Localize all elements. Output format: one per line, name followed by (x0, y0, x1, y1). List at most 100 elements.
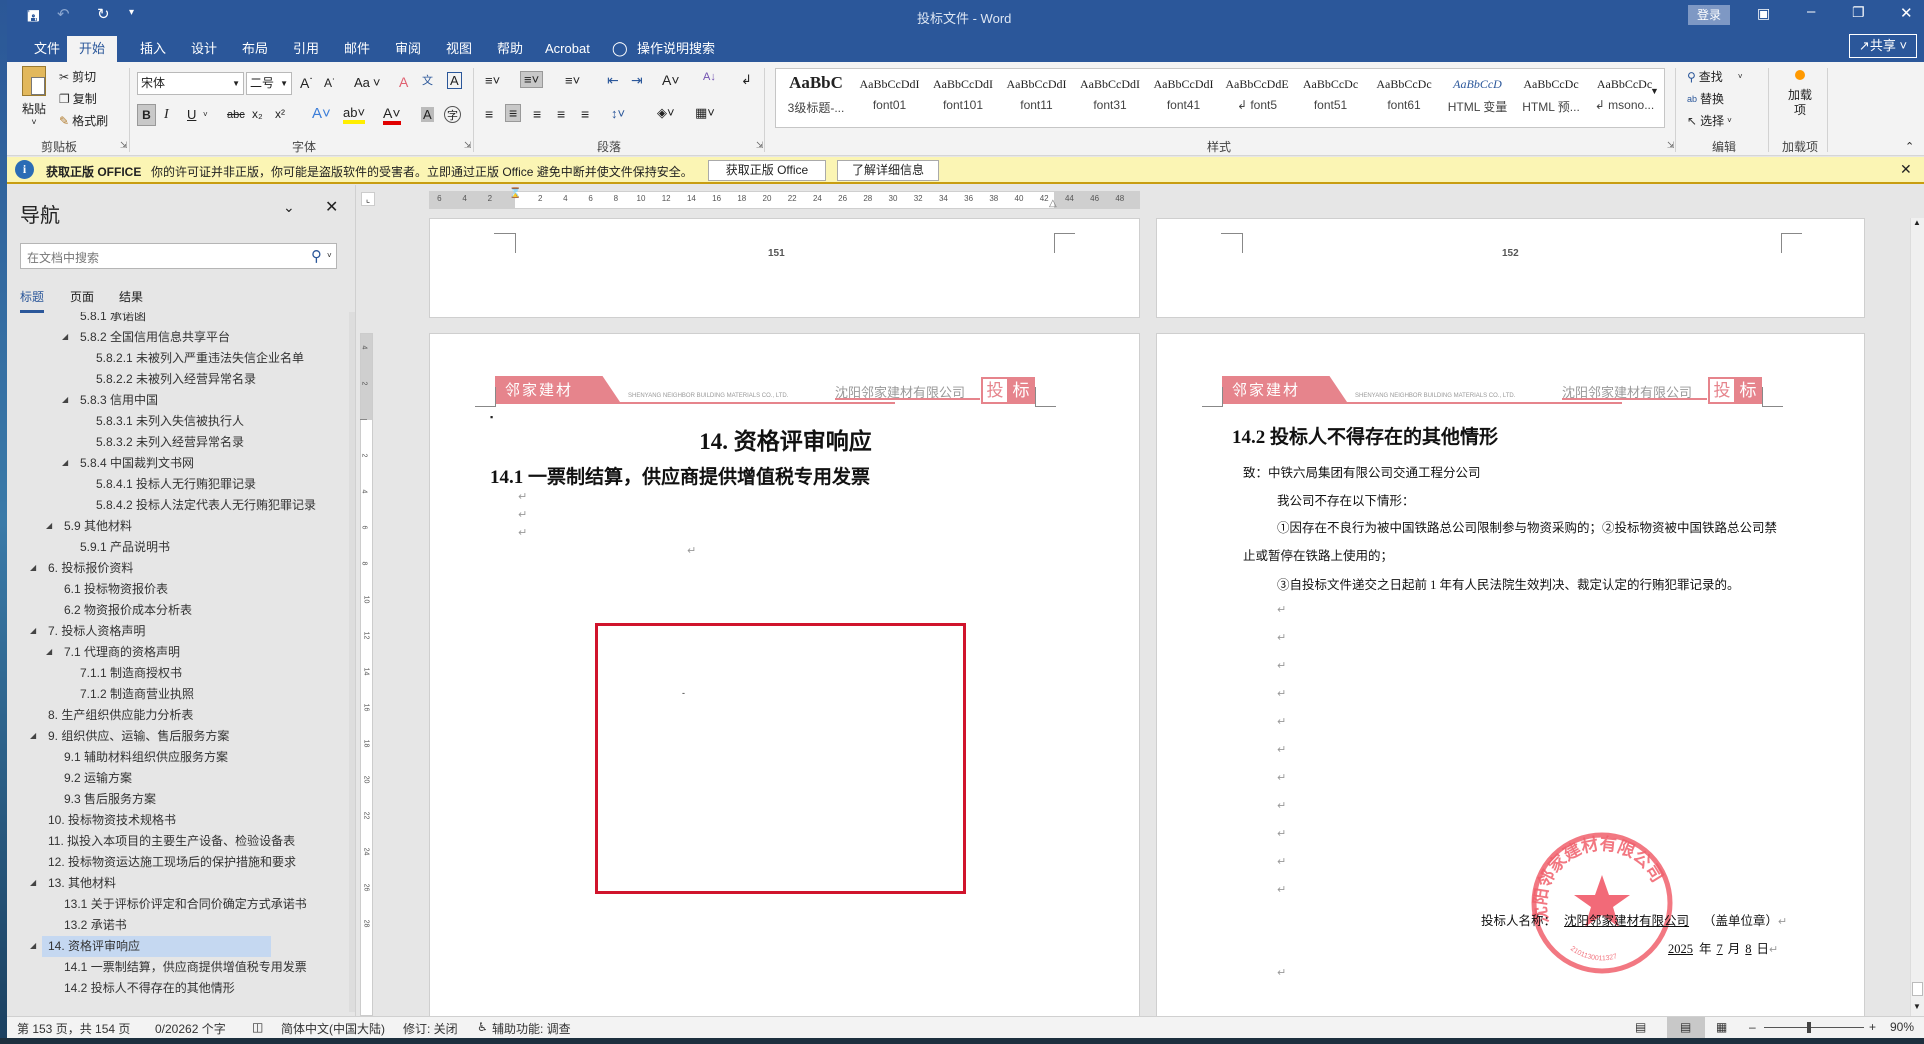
line-spacing-icon[interactable]: ↕˅ (611, 106, 625, 121)
word-count[interactable]: 0/20262 个字 (155, 1020, 226, 1037)
nav-heading-item[interactable]: 5.9 其他材料 (64, 516, 132, 537)
text-direction-icon[interactable]: A˅ (662, 72, 680, 88)
zoom-out-icon[interactable]: – (1749, 1020, 1756, 1034)
nav-heading-item[interactable]: 11. 拟投入本项目的主要生产设备、检验设备表 (48, 831, 295, 852)
image-placeholder-frame[interactable]: - (595, 623, 966, 894)
decrease-indent-icon[interactable]: ⇤ (607, 72, 619, 89)
accessibility-icon[interactable]: ♿ (477, 1020, 488, 1034)
character-shading-icon[interactable]: A (421, 107, 434, 122)
style-item[interactable]: AaBbCcDdI font11 (1001, 69, 1073, 127)
nav-scrollbar[interactable] (349, 312, 355, 1012)
web-layout-icon[interactable]: ▦ (1716, 1020, 1727, 1034)
tab-layout[interactable]: 布局 (232, 36, 278, 62)
nav-heading-item[interactable]: 14. 资格评审响应 (42, 936, 271, 957)
styles-more-icon[interactable]: ▼ (1650, 86, 1659, 96)
format-painter-button[interactable]: ✎ 格式刷 (59, 112, 108, 129)
show-marks-icon[interactable]: ↲ (741, 72, 752, 88)
vertical-scrollbar[interactable]: ▲ ▼ (1910, 218, 1924, 1016)
cut-button[interactable]: ✂ 剪切 (59, 68, 96, 85)
nav-heading-item[interactable]: 5.8.1 承诺函 (80, 312, 146, 327)
nav-heading-item[interactable]: 5.8.2.1 未被列入严重违法失信企业名单 (96, 348, 304, 369)
nav-tab-headings[interactable]: 标题 (20, 288, 45, 313)
tab-review[interactable]: 审阅 (385, 36, 431, 62)
enclose-character-icon[interactable]: 字 (444, 106, 461, 123)
strikethrough-button[interactable]: abc (227, 109, 245, 121)
nav-heading-item[interactable]: 9.3 售后服务方案 (64, 789, 156, 810)
nav-heading-item[interactable]: 13.2 承诺书 (64, 915, 127, 936)
tab-insert[interactable]: 插入 (130, 36, 176, 62)
superscript-button[interactable]: x² (275, 107, 285, 121)
indent-marker-icon[interactable]: ⌛ (509, 188, 521, 199)
select-button[interactable]: ↖ 选择 ˅ (1687, 112, 1732, 129)
clear-format-icon[interactable]: A (399, 74, 408, 90)
learn-more-button[interactable]: 了解详细信息 (837, 160, 939, 181)
undo-icon[interactable]: ↶ (57, 5, 70, 23)
align-right-icon[interactable]: ≡ (533, 106, 541, 122)
expand-triangle-icon[interactable]: ◢ (30, 878, 36, 887)
expand-triangle-icon[interactable]: ◢ (62, 458, 68, 467)
nav-heading-item[interactable]: 7.1.2 制造商营业执照 (80, 684, 194, 705)
nav-heading-item[interactable]: 7. 投标人资格声明 (48, 621, 145, 642)
style-item[interactable]: AaBbCcDdI font01 (854, 69, 926, 127)
redo-icon[interactable]: ↻ (97, 5, 110, 23)
underline-button[interactable]: U (187, 107, 196, 122)
zoom-slider-thumb[interactable] (1807, 1022, 1811, 1033)
style-item[interactable]: AaBbCcDdI font101 (927, 69, 999, 127)
page-154[interactable]: 邻家建材 SHENYANG NEIGHBOR BUILDING MATERIAL… (1156, 333, 1865, 1016)
nav-heading-item[interactable]: 12. 投标物资运达施工现场后的保护措施和要求 (48, 852, 296, 873)
numbering-icon[interactable]: ≡˅ (520, 71, 544, 88)
style-item[interactable]: AaBbCcDc font61 (1368, 69, 1440, 127)
expand-triangle-icon[interactable]: ◢ (30, 563, 36, 572)
bold-button[interactable]: B (137, 104, 156, 126)
style-item[interactable]: AaBbCcD HTML 变量 (1442, 69, 1514, 127)
tab-view[interactable]: 视图 (436, 36, 482, 62)
expand-triangle-icon[interactable]: ◢ (30, 941, 36, 950)
nav-heading-item[interactable]: 14.1 一票制结算，供应商提供增值税专用发票 (64, 957, 307, 978)
style-item[interactable]: AaBbCcDdI font31 (1074, 69, 1146, 127)
get-genuine-office-button[interactable]: 获取正版 Office (708, 160, 826, 181)
character-border-icon[interactable]: A (447, 72, 462, 89)
nav-heading-item[interactable]: 5.8.4.1 投标人无行贿犯罪记录 (96, 474, 256, 495)
chevron-down-icon[interactable]: ˅ (327, 251, 332, 260)
nav-heading-item[interactable]: 7.1.1 制造商授权书 (80, 663, 182, 684)
multilevel-list-icon[interactable]: ≡˅ (565, 73, 580, 88)
save-icon[interactable]: 🖪 (27, 6, 40, 31)
increase-indent-icon[interactable]: ⇥ (631, 72, 643, 89)
expand-triangle-icon[interactable]: ◢ (62, 395, 68, 404)
minimize-icon[interactable]: – (1807, 3, 1815, 20)
expand-triangle-icon[interactable]: ◢ (62, 332, 68, 341)
shrink-font-icon[interactable]: A˙ (324, 76, 336, 90)
accessibility-status[interactable]: 辅助功能: 调查 (492, 1020, 571, 1037)
print-layout-button[interactable]: ▤ (1667, 1017, 1705, 1038)
chevron-down-icon[interactable]: ⌄ (283, 199, 295, 216)
vertical-ruler[interactable]: 4 2 | 2 4 6 8 10 12 14 16 18 20 22 24 26 28 (359, 333, 373, 1016)
style-item[interactable]: AaBbCcDc HTML 预... (1515, 69, 1587, 127)
font-name-select[interactable]: 宋体 ▼ (137, 72, 244, 95)
tell-me-search[interactable]: 操作说明搜索 (627, 36, 725, 62)
nav-heading-item[interactable]: 5.8.4 中国裁判文书网 (80, 453, 194, 474)
font-size-select[interactable]: 二号 ▼ (246, 72, 292, 95)
nav-heading-item[interactable]: 10. 投标物资技术规格书 (48, 810, 176, 831)
scrollbar-thumb[interactable] (1912, 982, 1923, 996)
phonetic-guide-icon[interactable]: 文 (422, 72, 433, 88)
zoom-slider[interactable] (1764, 1022, 1864, 1033)
collapse-ribbon-icon[interactable]: ⌃ (1905, 140, 1914, 153)
nav-heading-item[interactable]: 5.8.3.1 未列入失信被执行人 (96, 411, 244, 432)
shading-icon[interactable]: ◈˅ (657, 105, 675, 121)
addins-button[interactable]: 加载项 (1783, 66, 1817, 118)
close-icon[interactable]: ✕ (1900, 4, 1913, 22)
nav-heading-item[interactable]: 5.8.3 信用中国 (80, 390, 158, 411)
horizontal-ruler[interactable]: ⌛ △ 6 4 2 2 4 6 8 10 12 14 16 18 20 22 24 26 28 30 32 34 36 3… (429, 188, 1140, 209)
replace-button[interactable]: ab 替换 (1687, 90, 1724, 107)
highlight-icon[interactable]: ab˅ (343, 105, 366, 124)
justify-icon[interactable]: ≡ (557, 106, 565, 122)
tab-acrobat[interactable]: Acrobat (535, 36, 600, 62)
style-item[interactable]: AaBbCcDc ↲ msono... (1589, 69, 1661, 127)
nav-heading-item[interactable]: 9.2 运输方案 (64, 768, 132, 789)
nav-search-input[interactable]: 在文档中搜索 ⚲ ˅ (20, 243, 337, 269)
right-indent-marker-icon[interactable]: △ (1049, 198, 1057, 209)
nav-heading-item[interactable]: 6.2 物资报价成本分析表 (64, 600, 192, 621)
nav-heading-item[interactable]: 5.8.4.2 投标人法定代表人无行贿犯罪记录 (96, 495, 316, 516)
customize-qat-icon[interactable]: ▾ (129, 7, 134, 18)
align-left-icon[interactable]: ≡ (485, 106, 493, 122)
